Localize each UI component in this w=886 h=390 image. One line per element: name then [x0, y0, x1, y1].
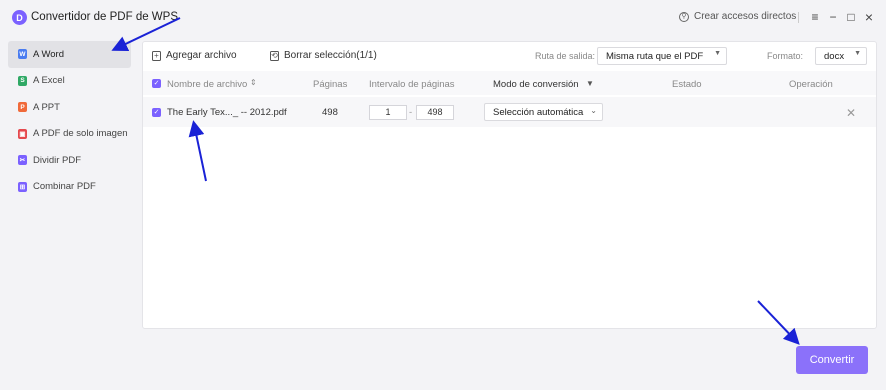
sidebar-item-ppt[interactable]: P A PPT — [8, 94, 131, 121]
word-icon: W — [18, 49, 27, 60]
excel-icon: S — [18, 75, 27, 86]
titlebar-divider — [798, 12, 799, 23]
sidebar-item-label: A PDF de solo imagen — [33, 128, 128, 140]
maximize-icon[interactable]: □ — [844, 9, 858, 25]
minimize-icon[interactable]: − — [826, 9, 840, 25]
image-pdf-icon: ▣ — [18, 128, 27, 139]
header-operation: Operación — [789, 79, 833, 90]
chevron-down-icon: ⌄ — [590, 106, 597, 115]
sidebar-item-excel[interactable]: S A Excel — [8, 68, 131, 95]
conversion-mode-select[interactable]: Selección automática ⌄ — [484, 103, 603, 121]
page-count: 498 — [322, 107, 338, 118]
header-page-range: Intervalo de páginas — [369, 79, 455, 90]
output-path-select[interactable]: Misma ruta que el PDF ▼ — [597, 47, 727, 65]
add-file-icon: + — [152, 50, 161, 61]
sidebar-item-label: A PPT — [33, 101, 60, 113]
sidebar-item-label: A Word — [33, 48, 64, 60]
row-checkbox[interactable]: ✓ — [152, 108, 161, 117]
sidebar: W A Word S A Excel P A PPT ▣ A PDF de so… — [8, 41, 131, 200]
page-range-from-input[interactable]: 1 — [369, 105, 407, 120]
header-status: Estado — [672, 79, 702, 90]
app-title: Convertidor de PDF de WPS — [31, 11, 179, 23]
sidebar-item-label: Dividir PDF — [33, 154, 82, 166]
output-path-label: Ruta de salida: — [535, 51, 596, 61]
format-label: Formato: — [767, 51, 804, 61]
clear-selection-label: Borrar selección(1/1) — [284, 50, 377, 61]
sidebar-item-label: Combinar PDF — [33, 181, 96, 193]
conversion-mode-value: Selección automática — [493, 106, 584, 118]
range-separator: - — [409, 107, 413, 118]
format-select[interactable]: docx ▼ — [815, 47, 867, 65]
app-logo-icon: D — [12, 10, 27, 25]
sidebar-item-merge-pdf[interactable]: ⊞ Combinar PDF — [8, 174, 131, 201]
remove-file-icon[interactable]: ✕ — [846, 106, 856, 120]
add-file-button[interactable]: + Agregar archivo — [152, 50, 237, 61]
create-shortcut-label: Crear accesos directos — [694, 11, 797, 22]
file-name: The Early Tex..._ -- 2012.pdf — [167, 107, 287, 118]
file-panel: + Agregar archivo ⟲ Borrar selección(1/1… — [142, 41, 877, 329]
create-shortcut-button[interactable]: ⚲ Crear accesos directos — [679, 11, 796, 22]
chevron-down-icon: ▼ — [714, 50, 721, 57]
select-all-checkbox[interactable]: ✓ — [152, 79, 161, 88]
clear-icon: ⟲ — [270, 50, 279, 61]
sort-icon[interactable]: ⇕ — [250, 78, 257, 87]
title-bar: D Convertidor de PDF de WPS ⚲ Crear acce… — [0, 0, 886, 36]
close-icon[interactable]: × — [862, 9, 876, 25]
sidebar-item-image-pdf[interactable]: ▣ A PDF de solo imagen — [8, 121, 131, 148]
format-value: docx — [824, 50, 845, 62]
convert-button[interactable]: Convertir — [796, 346, 868, 374]
merge-icon: ⊞ — [18, 181, 27, 192]
output-path-value: Misma ruta que el PDF — [606, 50, 704, 62]
add-file-label: Agregar archivo — [166, 50, 237, 61]
sidebar-item-word[interactable]: W A Word — [8, 41, 131, 68]
table-row[interactable]: ✓ The Early Tex..._ -- 2012.pdf 498 1 - … — [143, 97, 876, 127]
table-header: ✓ Nombre de archivo ⇕ Páginas Intervalo … — [143, 71, 876, 95]
header-conversion-mode[interactable]: Modo de conversión — [493, 79, 579, 90]
page-range-to-input[interactable]: 498 — [416, 105, 454, 120]
menu-icon[interactable]: ≡ — [808, 9, 822, 25]
clear-selection-button[interactable]: ⟲ Borrar selección(1/1) — [270, 50, 377, 61]
chevron-down-icon: ▼ — [854, 50, 861, 57]
ppt-icon: P — [18, 102, 27, 113]
sidebar-item-label: A Excel — [33, 75, 65, 87]
header-pages: Páginas — [313, 79, 348, 90]
split-icon: ✂ — [18, 155, 27, 166]
header-file-name[interactable]: Nombre de archivo — [167, 79, 247, 90]
link-icon: ⚲ — [679, 11, 689, 22]
sidebar-item-split-pdf[interactable]: ✂ Dividir PDF — [8, 147, 131, 174]
toolbar: + Agregar archivo ⟲ Borrar selección(1/1… — [143, 42, 876, 70]
chevron-down-icon[interactable]: ▼ — [586, 79, 594, 88]
